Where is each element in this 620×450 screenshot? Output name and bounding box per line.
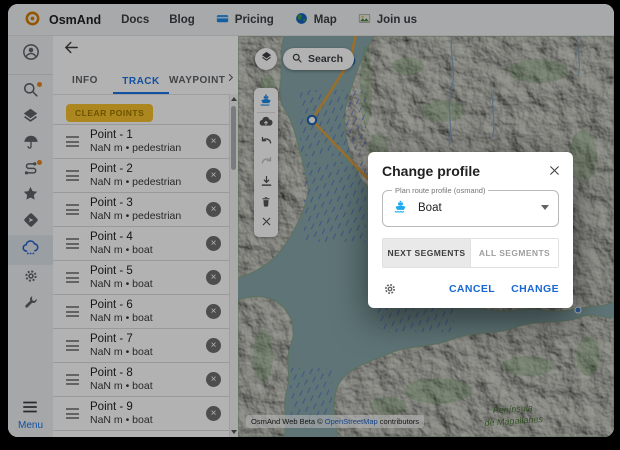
all-segments-button[interactable]: ALL SEGMENTS [470, 239, 558, 267]
dialog-close-button[interactable] [546, 162, 562, 178]
cancel-button[interactable]: CANCEL [449, 283, 495, 295]
profile-select-outline: Plan route profile (osmand) Boat [382, 186, 559, 227]
dialog-footer: CANCEL CHANGE [382, 279, 559, 299]
profile-select[interactable]: Boat [392, 196, 549, 219]
boat-icon [392, 197, 409, 219]
next-segments-button[interactable]: NEXT SEGMENTS [383, 239, 470, 267]
selected-profile-name: Boat [418, 202, 442, 214]
segments-toggle-group: NEXT SEGMENTS ALL SEGMENTS [382, 238, 559, 268]
chevron-down-icon [541, 205, 549, 210]
dialog-title: Change profile [382, 163, 559, 179]
profile-select-label: Plan route profile (osmand) [392, 186, 488, 195]
profile-settings-button[interactable] [382, 281, 398, 297]
change-profile-dialog: Change profile Plan route profile (osman… [368, 152, 573, 308]
change-button[interactable]: CHANGE [511, 283, 559, 295]
app-window: OsmAnd Docs Blog Pricing Map Join us [8, 4, 614, 437]
